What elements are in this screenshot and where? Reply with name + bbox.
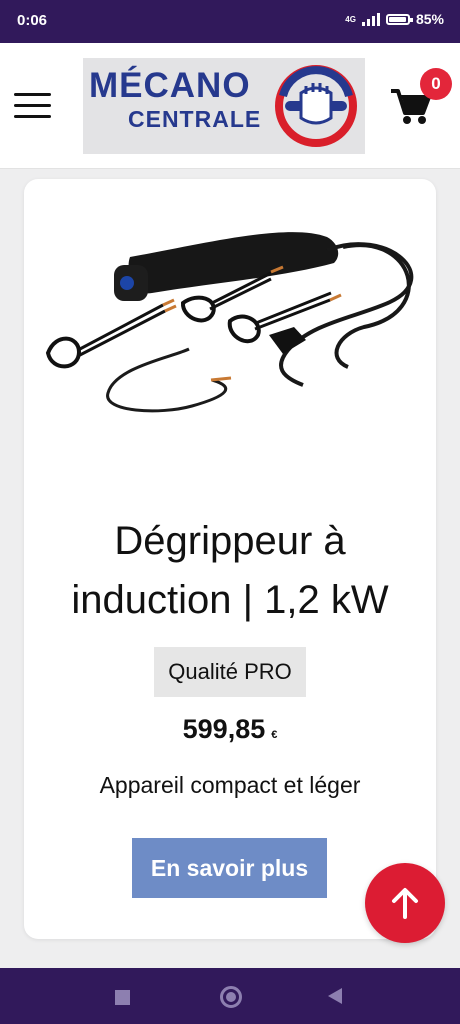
logo-line1: MÉCANO xyxy=(89,66,251,105)
battery-level: 85% xyxy=(415,11,444,27)
title-line1: Dégrippeur à xyxy=(114,519,346,563)
learn-more-button[interactable]: En savoir plus xyxy=(132,838,327,898)
menu-icon-bar xyxy=(14,104,51,107)
site-header: MÉCANO CENTRALE 0 xyxy=(0,43,460,169)
menu-icon xyxy=(14,93,51,96)
wrench-fist-icon xyxy=(275,65,357,147)
network-label: 4G xyxy=(345,14,356,24)
recent-apps-icon[interactable] xyxy=(115,990,130,1005)
battery-icon xyxy=(385,13,413,25)
site-logo[interactable]: MÉCANO CENTRALE xyxy=(83,58,365,154)
arrow-up-icon xyxy=(392,888,418,919)
product-image[interactable] xyxy=(38,207,422,437)
home-icon[interactable] xyxy=(220,986,242,1008)
product-description: Appareil compact et léger xyxy=(99,772,361,798)
status-bar: 0:06 4G 85% xyxy=(0,0,460,43)
product-card: Dégrippeur à induction | 1,2 kW Qualité … xyxy=(24,179,436,939)
menu-icon-bar xyxy=(14,115,51,118)
price-currency: € xyxy=(271,729,278,741)
menu-button[interactable] xyxy=(14,93,51,119)
title-line2: induction | 1,2 kW xyxy=(71,578,389,622)
logo-line2: CENTRALE xyxy=(128,106,262,132)
quality-badge: Qualité PRO xyxy=(154,647,306,697)
price-value: 599,85 xyxy=(182,714,266,744)
cart-count-badge: 0 xyxy=(420,68,452,100)
product-price: 599,85 € xyxy=(24,714,436,745)
status-icons: 4G 85% xyxy=(345,11,444,27)
status-time: 0:06 xyxy=(17,12,48,29)
system-navigation-bar xyxy=(0,968,460,1024)
scroll-to-top-button[interactable] xyxy=(365,863,445,943)
product-title: Dégrippeur à induction | 1,2 kW xyxy=(24,512,436,630)
signal-icon xyxy=(361,12,380,26)
back-icon[interactable] xyxy=(328,988,342,1004)
